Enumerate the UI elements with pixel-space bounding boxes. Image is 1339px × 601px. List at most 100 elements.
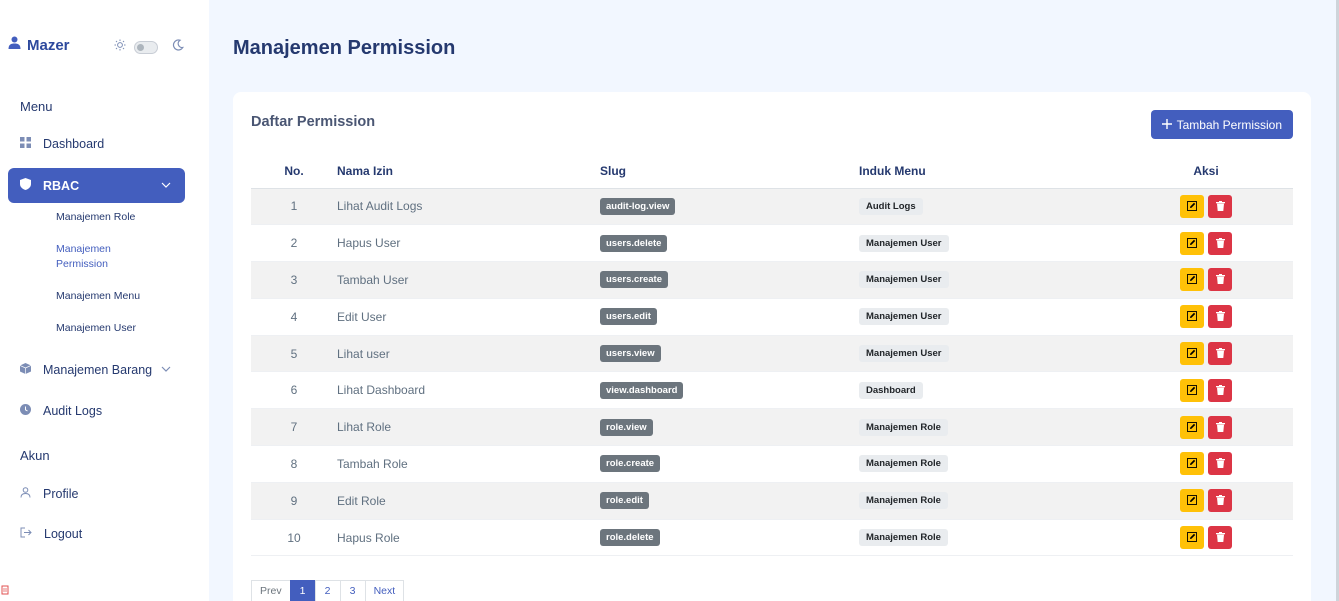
slug-badge: users.view [600, 345, 661, 363]
trash-icon [1215, 309, 1225, 324]
cell-name: Tambah User [337, 261, 600, 299]
col-header-name: Nama Izin [337, 154, 600, 189]
sidebar-item-manajemen-barang[interactable]: Manajemen Barang [8, 352, 185, 387]
pagination-page-1[interactable]: 1 [289, 580, 316, 601]
trash-icon [1215, 420, 1225, 435]
delete-button[interactable] [1208, 378, 1232, 402]
cell-no: 8 [251, 445, 337, 483]
permission-table: No. Nama Izin Slug Induk Menu Aksi 1 Liha… [251, 154, 1293, 557]
trash-icon [1215, 346, 1225, 361]
cell-aksi [1119, 224, 1293, 263]
pagination: Prev 1 2 3 Next [251, 580, 405, 601]
induk-badge: Manajemen User [859, 308, 949, 326]
sidebar: Mazer Menu Dashboard RBAC Manajemen Role… [0, 0, 209, 601]
cell-aksi [1119, 261, 1293, 299]
clock-icon [20, 403, 31, 418]
induk-badge: Manajemen User [859, 345, 949, 363]
pagination-prev[interactable]: Prev [251, 580, 291, 601]
sidebar-sub-manajemen-permission[interactable]: Manajemen Permission [56, 242, 126, 272]
delete-button[interactable] [1208, 526, 1232, 550]
cell-no: 9 [251, 482, 337, 520]
sidebar-sub-manajemen-menu[interactable]: Manajemen Menu [56, 289, 140, 304]
delete-button[interactable] [1208, 342, 1232, 366]
edit-button[interactable] [1180, 231, 1204, 255]
col-header-induk: Induk Menu [859, 154, 1119, 189]
logout-icon [20, 527, 32, 541]
cell-no: 2 [251, 224, 337, 263]
delete-button[interactable] [1208, 305, 1232, 329]
edit-button[interactable] [1180, 526, 1204, 550]
cell-induk: Manajemen Role [859, 519, 1119, 557]
pagination-page-3[interactable]: 3 [339, 580, 366, 601]
table-row: 2 Hapus User users.delete Manajemen User [251, 224, 1293, 263]
cell-induk: Manajemen Role [859, 408, 1119, 447]
trash-icon [1215, 493, 1225, 508]
pagination-prev-label: Prev [260, 585, 282, 597]
edit-icon [1187, 236, 1197, 251]
cell-no: 7 [251, 408, 337, 447]
slug-badge: role.view [600, 418, 653, 436]
person-icon [20, 486, 31, 501]
cell-no: 10 [251, 519, 337, 557]
add-permission-label: Tambah Permission [1176, 117, 1282, 132]
cell-slug: role.edit [600, 482, 859, 520]
slug-badge: role.edit [600, 492, 649, 510]
delete-button[interactable] [1208, 452, 1232, 476]
delete-button[interactable] [1208, 415, 1232, 439]
cell-aksi [1119, 188, 1293, 226]
permission-card: Daftar Permission Tambah Permission No. … [233, 92, 1311, 601]
pagination-page-2[interactable]: 2 [314, 580, 341, 601]
edit-button[interactable] [1180, 342, 1204, 366]
edit-button[interactable] [1180, 305, 1204, 329]
edit-button[interactable] [1180, 415, 1204, 439]
edit-button[interactable] [1180, 489, 1204, 513]
edit-button[interactable] [1180, 452, 1204, 476]
debug-toolbar-icon[interactable] [0, 580, 10, 601]
sidebar-item-dashboard[interactable]: Dashboard [8, 126, 185, 161]
table-row: 4 Edit User users.edit Manajemen User [251, 298, 1293, 336]
brand[interactable]: Mazer [8, 36, 70, 55]
grid-icon [20, 136, 31, 151]
user-icon [8, 36, 21, 55]
cell-no: 1 [251, 188, 337, 226]
table-header-row: No. Nama Izin Slug Induk Menu Aksi [251, 154, 1293, 189]
sidebar-item-label: Dashboard [43, 136, 105, 151]
delete-button[interactable] [1208, 231, 1232, 255]
add-permission-button[interactable]: Tambah Permission [1150, 110, 1293, 139]
delete-button[interactable] [1208, 489, 1232, 513]
sidebar-item-logout[interactable]: Logout [8, 516, 185, 551]
sidebar-item-profile[interactable]: Profile [8, 476, 185, 511]
table-row: 3 Tambah User users.create Manajemen User [251, 261, 1293, 299]
shield-icon [20, 178, 31, 193]
delete-button[interactable] [1208, 194, 1232, 218]
chevron-down-icon [161, 364, 171, 375]
col-header-aksi: Aksi [1119, 154, 1293, 189]
edit-icon [1187, 346, 1197, 361]
cell-aksi [1119, 482, 1293, 520]
edit-button[interactable] [1180, 194, 1204, 218]
sidebar-item-audit-logs[interactable]: Audit Logs [8, 393, 185, 428]
edit-icon [1187, 272, 1197, 287]
edit-button[interactable] [1180, 378, 1204, 402]
trash-icon [1215, 272, 1225, 287]
table-row: 9 Edit Role role.edit Manajemen Role [251, 482, 1293, 520]
box-icon [19, 362, 32, 377]
slug-badge: users.delete [600, 234, 668, 252]
delete-button[interactable] [1208, 268, 1232, 292]
theme-switch[interactable] [134, 40, 158, 54]
edit-button[interactable] [1180, 268, 1204, 292]
cell-induk: Dashboard [859, 371, 1119, 410]
table-row: 5 Lihat user users.view Manajemen User [251, 335, 1293, 373]
pagination-next[interactable]: Next [364, 580, 405, 601]
account-section-title: Akun [20, 448, 50, 463]
cell-aksi [1119, 371, 1293, 410]
sidebar-sub-manajemen-user[interactable]: Manajemen User [56, 321, 136, 336]
theme-toggle[interactable] [114, 38, 184, 56]
induk-badge: Dashboard [859, 381, 923, 399]
edit-icon [1187, 309, 1197, 324]
edit-icon [1187, 530, 1197, 545]
sidebar-sub-manajemen-role[interactable]: Manajemen Role [56, 210, 135, 225]
slug-badge: role.delete [600, 529, 660, 547]
sidebar-item-rbac[interactable]: RBAC [8, 168, 185, 203]
cell-aksi [1119, 298, 1293, 336]
